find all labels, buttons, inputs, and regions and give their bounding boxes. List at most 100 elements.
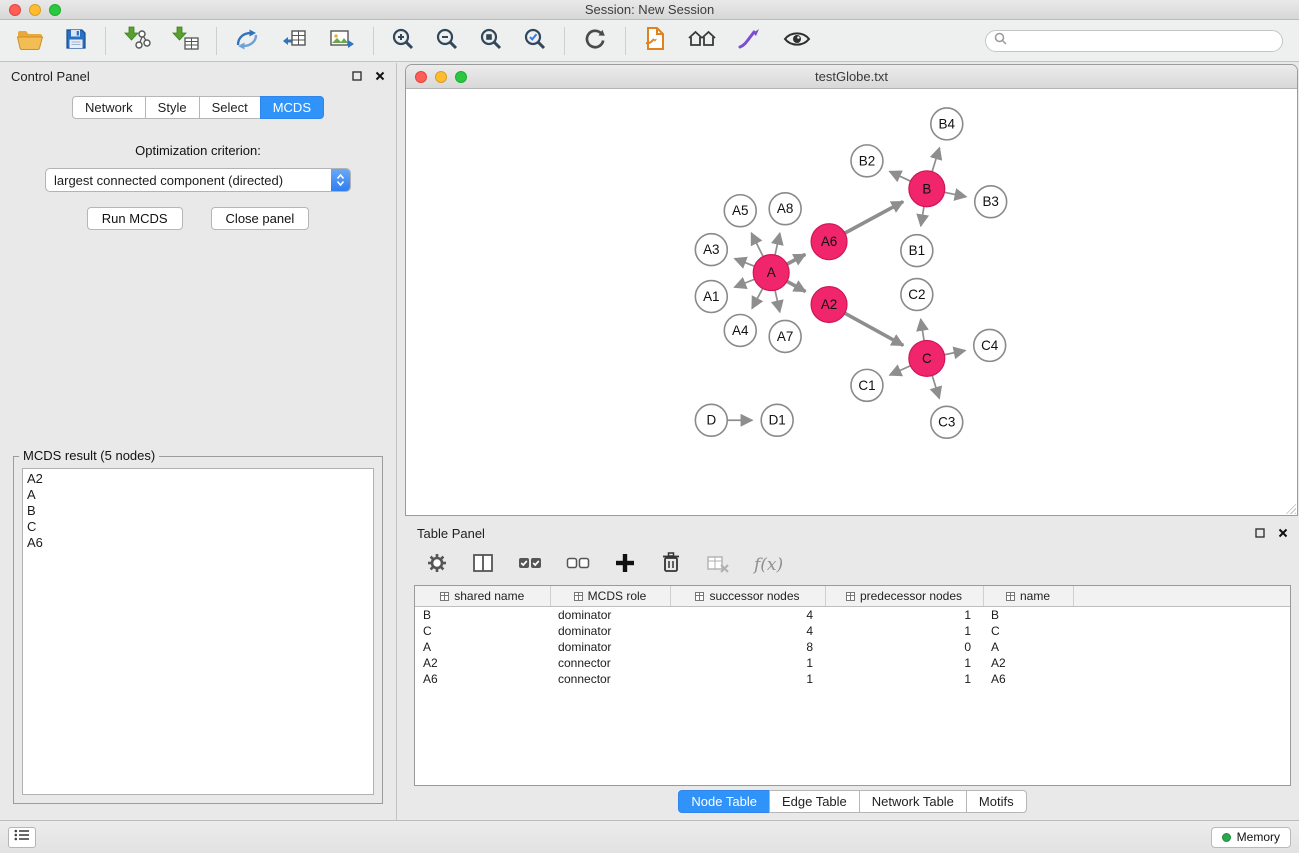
graph-node-C2[interactable]: C2	[901, 279, 933, 311]
graph-edge-A-A1[interactable]	[734, 279, 754, 287]
control-tab-style[interactable]: Style	[145, 96, 200, 119]
graph-node-B1[interactable]: B1	[901, 235, 933, 267]
new-network-button[interactable]	[231, 25, 263, 56]
graph-node-A1[interactable]: A1	[695, 281, 727, 313]
column-header-name[interactable]: name	[983, 586, 1073, 606]
network-from-table-button[interactable]	[277, 25, 311, 56]
graph-node-A6[interactable]: A6	[811, 224, 847, 260]
zoom-in-button[interactable]	[388, 25, 418, 56]
column-header-successor-nodes[interactable]: successor nodes	[670, 586, 825, 606]
graph-node-A3[interactable]: A3	[695, 234, 727, 266]
select-all-button[interactable]	[518, 552, 542, 579]
graph-edge-A-A2[interactable]	[787, 281, 806, 291]
column-header-MCDS-role[interactable]: MCDS role	[550, 586, 670, 606]
graph-node-D1[interactable]: D1	[761, 404, 793, 436]
graph-edge-A-A7[interactable]	[775, 290, 780, 312]
delete-column-button[interactable]	[660, 551, 682, 579]
float-table-panel-icon[interactable]	[1255, 528, 1265, 538]
graph-node-A7[interactable]: A7	[769, 320, 801, 352]
table-tab-network-table[interactable]: Network Table	[859, 790, 967, 813]
network-zoom-button[interactable]	[455, 71, 467, 83]
import-table-button[interactable]	[168, 24, 202, 57]
graph-edge-A-A3[interactable]	[735, 259, 755, 267]
network-close-button[interactable]	[415, 71, 427, 83]
column-header-predecessor-nodes[interactable]: predecessor nodes	[825, 586, 983, 606]
graph-edge-C-C3[interactable]	[932, 376, 939, 399]
graph-node-B2[interactable]: B2	[851, 145, 883, 177]
graph-edge-A-A5[interactable]	[751, 233, 763, 256]
zoom-selected-button[interactable]	[520, 25, 550, 56]
close-table-panel-icon[interactable]	[1278, 528, 1288, 538]
criterion-dropdown[interactable]: largest connected component (directed)	[45, 168, 351, 192]
graph-node-C[interactable]: C	[909, 340, 945, 376]
search-input[interactable]	[1013, 33, 1274, 48]
zoom-out-button[interactable]	[432, 25, 462, 56]
delete-table-button[interactable]	[706, 552, 730, 579]
graph-edge-C-C1[interactable]	[890, 366, 911, 375]
mcds-result-item[interactable]: C	[27, 519, 369, 535]
graph-node-C1[interactable]: C1	[851, 369, 883, 401]
graph-edge-A-A4[interactable]	[752, 288, 763, 308]
run-mcds-button[interactable]: Run MCDS	[87, 207, 183, 230]
show-columns-button[interactable]	[472, 552, 494, 579]
zoom-window-button[interactable]	[49, 4, 61, 16]
add-column-button[interactable]	[614, 552, 636, 579]
float-panel-icon[interactable]	[352, 71, 362, 81]
graph-edge-B-B3[interactable]	[944, 192, 966, 196]
show-hide-button[interactable]	[780, 26, 814, 55]
graph-node-A[interactable]: A	[753, 255, 789, 291]
close-panel-button[interactable]: Close panel	[211, 207, 310, 230]
control-tab-mcds[interactable]: MCDS	[260, 96, 324, 119]
table-row[interactable]: Bdominator41B	[415, 606, 1290, 623]
save-session-button[interactable]	[61, 25, 91, 56]
graph-edge-A-A8[interactable]	[775, 233, 780, 255]
close-window-button[interactable]	[9, 4, 21, 16]
table-row[interactable]: A6connector11A6	[415, 671, 1290, 687]
minimize-window-button[interactable]	[29, 4, 41, 16]
graph-node-B[interactable]: B	[909, 171, 945, 207]
mcds-result-item[interactable]: A2	[27, 471, 369, 487]
export-image-button[interactable]	[325, 25, 359, 56]
table-row[interactable]: Adominator80A	[415, 639, 1290, 655]
control-tab-select[interactable]: Select	[199, 96, 261, 119]
graph-node-C4[interactable]: C4	[974, 329, 1006, 361]
graph-edge-A6-B[interactable]	[845, 202, 903, 234]
table-row[interactable]: Cdominator41C	[415, 623, 1290, 639]
memory-button[interactable]: Memory	[1211, 827, 1291, 848]
function-builder-button[interactable]: f(x)	[754, 555, 783, 575]
home-button[interactable]	[684, 25, 720, 56]
graph-edge-A2-C[interactable]	[845, 313, 903, 345]
graph-edge-B-B4[interactable]	[932, 148, 939, 172]
graph-node-A8[interactable]: A8	[769, 193, 801, 225]
graph-edge-B-B1[interactable]	[921, 207, 924, 227]
table-tab-edge-table[interactable]: Edge Table	[769, 790, 860, 813]
table-tab-motifs[interactable]: Motifs	[966, 790, 1027, 813]
style-brush-button[interactable]	[734, 25, 766, 56]
open-document-button[interactable]	[640, 24, 670, 57]
table-tab-node-table[interactable]: Node Table	[678, 790, 770, 813]
graph-node-B3[interactable]: B3	[975, 186, 1007, 218]
control-tab-network[interactable]: Network	[72, 96, 146, 119]
table-settings-button[interactable]	[426, 552, 448, 579]
graph-node-D[interactable]: D	[695, 404, 727, 436]
close-panel-icon[interactable]	[375, 71, 385, 81]
graph-edge-A-A6[interactable]	[787, 254, 805, 264]
mcds-result-item[interactable]: A	[27, 487, 369, 503]
open-session-button[interactable]	[13, 25, 47, 56]
graph-node-A5[interactable]: A5	[724, 195, 756, 227]
graph-node-A2[interactable]: A2	[811, 287, 847, 323]
zoom-fit-button[interactable]	[476, 25, 506, 56]
graph-node-B4[interactable]: B4	[931, 108, 963, 140]
refresh-button[interactable]	[579, 25, 611, 56]
mcds-result-item[interactable]: A6	[27, 535, 369, 551]
network-minimize-button[interactable]	[435, 71, 447, 83]
task-history-button[interactable]	[8, 827, 36, 848]
import-network-button[interactable]	[120, 24, 154, 57]
mcds-result-item[interactable]: B	[27, 503, 369, 519]
deselect-all-button[interactable]	[566, 552, 590, 579]
graph-node-C3[interactable]: C3	[931, 406, 963, 438]
graph-edge-B-B2[interactable]	[890, 171, 911, 181]
graph-edge-C-C4[interactable]	[944, 350, 965, 354]
graph-edge-C-C2[interactable]	[921, 319, 924, 340]
table-row[interactable]: A2connector11A2	[415, 655, 1290, 671]
